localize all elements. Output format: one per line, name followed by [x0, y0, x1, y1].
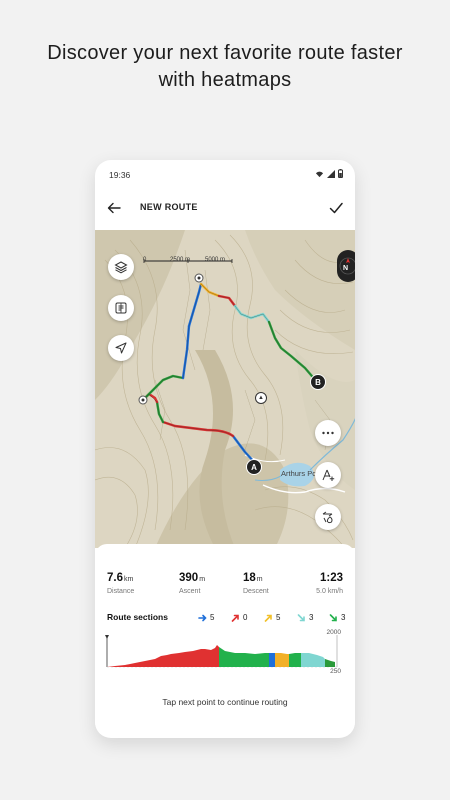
section-green-count: 3 — [341, 613, 346, 622]
stat-ascent: 390m Ascent — [179, 568, 205, 595]
scale-label-end: 5000 m — [205, 257, 226, 263]
ascent-label: Ascent — [179, 588, 201, 595]
headline-line-2: with heatmaps — [158, 69, 292, 91]
more-icon — [322, 431, 334, 435]
map-view[interactable]: 0 2500 m 5000 m N A B ▲ Arthurs Point — [95, 230, 355, 548]
duration-value: 1:23 — [319, 572, 343, 584]
location-arrow-icon — [115, 342, 127, 354]
layers-icon — [114, 261, 128, 274]
app-bar: NEW ROUTE — [95, 186, 355, 230]
section-red: 0 — [231, 613, 247, 622]
elevation-chart — [105, 635, 338, 668]
profile-max-label: 2000 — [326, 629, 341, 636]
confirm-check-icon[interactable] — [327, 199, 345, 217]
marker-a-label: A — [251, 462, 257, 472]
back-arrow-icon[interactable] — [105, 199, 123, 217]
status-icons — [315, 169, 343, 178]
marker-b-label: B — [315, 377, 321, 387]
wifi-icon — [315, 171, 324, 177]
compass-button[interactable]: N — [337, 250, 355, 282]
routing-hint: Tap next point to continue routing — [162, 697, 288, 707]
arrow-up-right-icon — [231, 614, 239, 622]
marker-a[interactable]: A — [246, 459, 262, 475]
more-button[interactable] — [315, 420, 341, 446]
route-sections-title: Route sections — [107, 612, 168, 622]
descent-label: Descent — [243, 588, 269, 595]
arrow-down-right-icon — [329, 613, 337, 621]
headline-line-1: Discover your next favorite route faster — [47, 42, 403, 64]
speed-label: 5.0 km/h — [316, 588, 343, 595]
arrow-right-icon — [198, 614, 207, 621]
section-blue-count: 5 — [210, 613, 215, 622]
stat-descent: 18m Descent — [243, 568, 269, 595]
phone-frame: 19:36 NEW ROUTE 0 2500 m 5000 m N A B ▲ … — [95, 160, 355, 738]
elevation-profile[interactable]: 2000 250 — [105, 629, 347, 679]
headline: Discover your next favorite route faster… — [0, 40, 450, 94]
descent-unit: m — [256, 576, 263, 583]
arrow-down-right-icon — [297, 613, 305, 621]
section-teal: 3 — [297, 613, 313, 622]
route-planner-button[interactable] — [108, 295, 134, 321]
signal-icon — [327, 169, 335, 178]
section-blue: 5 — [198, 613, 214, 622]
status-time: 19:36 — [109, 170, 131, 180]
distance-label: Distance — [107, 588, 135, 595]
distance-unit: km — [124, 576, 134, 583]
distance-value: 7.6 — [107, 572, 123, 584]
add-waypoint-button[interactable] — [315, 462, 341, 488]
compass-label: N — [343, 265, 349, 272]
section-teal-count: 3 — [309, 613, 314, 622]
stat-distance: 7.6km Distance — [107, 568, 134, 595]
section-yellow-count: 5 — [276, 613, 281, 622]
add-waypoint-icon — [322, 469, 335, 481]
route-planner-icon — [115, 302, 127, 314]
arrow-up-right-icon — [264, 614, 272, 622]
battery-icon — [338, 169, 343, 178]
marker-b[interactable]: B — [310, 374, 326, 390]
section-red-count: 0 — [243, 613, 248, 622]
route-summary-panel: 7.6km Distance 390m Ascent 18m Descent 1… — [95, 544, 355, 734]
scale-label-mid: 2500 m — [170, 257, 191, 263]
profile-min-label: 250 — [330, 668, 341, 675]
descent-value: 18 — [243, 572, 256, 584]
heatmap-icon — [322, 511, 333, 524]
status-bar: 19:36 — [95, 160, 355, 186]
section-yellow: 5 — [264, 613, 280, 622]
layers-button[interactable] — [108, 254, 134, 280]
ascent-unit: m — [199, 576, 206, 583]
section-green: 3 — [329, 613, 345, 622]
ascent-value: 390 — [179, 572, 199, 584]
location-button[interactable] — [108, 335, 134, 361]
heatmap-button[interactable] — [315, 504, 341, 530]
stat-duration: 1:23 5.0 km/h — [316, 568, 343, 595]
poi-marker[interactable]: ▲ — [255, 392, 267, 404]
scale-label-0: 0 — [143, 257, 147, 263]
page-title: NEW ROUTE — [140, 202, 198, 212]
route-sections-row[interactable]: Route sections 5 0 5 3 3 — [107, 612, 347, 626]
